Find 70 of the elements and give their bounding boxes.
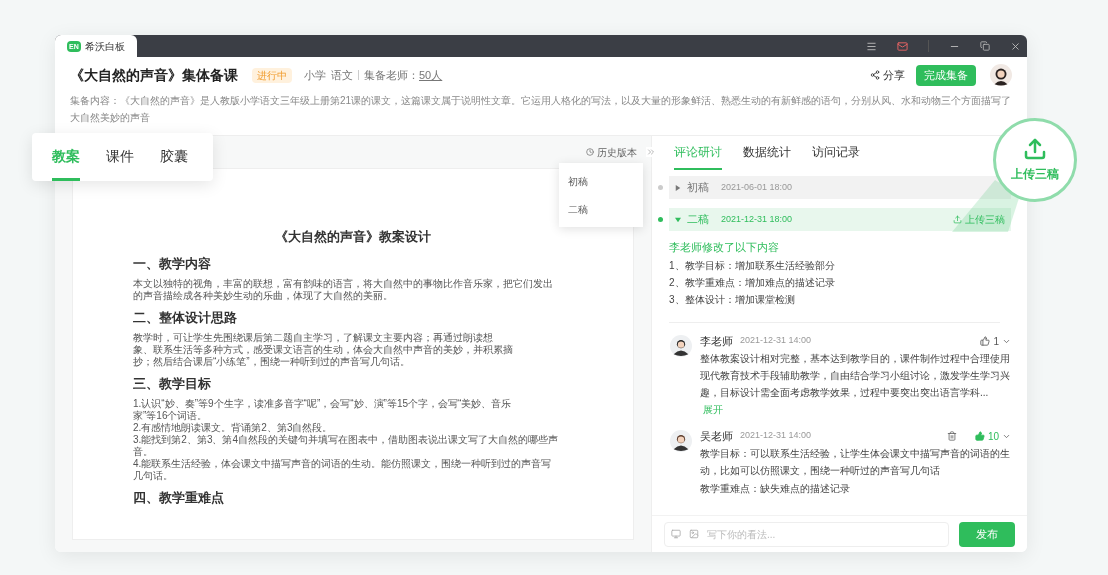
- document-text: 象、联系生活等多种方式，感受课文语言的生动，体会大自然中声音的美妙，并积累摘: [133, 343, 513, 356]
- thumbs-up-icon: [980, 336, 991, 346]
- document-text: 2.有感情地朗读课文。背诵第2、第3自然段。: [133, 421, 333, 434]
- like-button[interactable]: 1: [980, 333, 999, 349]
- document-text: 4.能联系生活经验，体会课文中描写声音的词语的生动。能仿照课文，围绕一种听到过的声音写: [133, 457, 552, 470]
- section-heading: 二、整体设计思路: [133, 308, 238, 327]
- upload-icon: [1023, 137, 1047, 161]
- avatar: [670, 335, 692, 357]
- document-text: 本文以独特的视角，丰富的联想，富有韵味的语言，将大自然中的事物比作音乐家，把它们发出: [133, 277, 553, 289]
- change-item: 1、教学目标：增加联系生活经验部分: [669, 259, 836, 273]
- version-row[interactable]: 初稿 2021-06-01 18:00: [669, 176, 1011, 199]
- version-time: 2021-06-01 18:00: [721, 180, 793, 194]
- thumbs-up-icon: [974, 431, 985, 441]
- version-time: 2021-12-31 18:00: [721, 212, 793, 226]
- menu-icon[interactable]: [866, 40, 877, 52]
- document-text: 3.能找到第2、第3、第4自然段的关键句并填写在图表中，借助图表说出课文写了大自然的哪些声: [133, 433, 559, 446]
- menu-item[interactable]: 二稿: [559, 195, 643, 223]
- section-heading: 三、教学目标: [133, 374, 212, 393]
- document-text: 抄；然后结合课后“小练笔”，围绕一种听到过的声音写几句话。: [133, 355, 410, 368]
- document-text: 1.认识“妙、奏”等9个生字，读准多音字“呢”，会写“妙、演”等15个字，会写“美妙、音乐: [133, 397, 512, 410]
- share-icon: [870, 70, 880, 80]
- document-title: 《大自然的声音》教案设计: [274, 228, 432, 246]
- change-author: 李老师修改了以下内容: [669, 240, 780, 255]
- document-tab[interactable]: 胶囊: [160, 133, 188, 181]
- upload-icon: [953, 215, 962, 224]
- history-button[interactable]: 历史版本: [586, 144, 637, 160]
- subject-tag: 小学: [304, 66, 326, 84]
- document-text: 教学时，可让学生先围绕课后第二题自主学习，了解课文主要内容；再通过朗读想: [133, 331, 493, 343]
- change-item: 2、教学重难点：增加难点的描述记录: [669, 276, 836, 290]
- change-item: 3、整体设计：增加课堂检测: [669, 293, 796, 307]
- comment-text: 教学目标：可以联系生活经验，让学生体会课文中描写声音的词语的生动，比如可以仿照课文，围绕一种听过的声音写几句话: [700, 447, 1011, 478]
- page-title: 《大自然的声音》集体备课: [70, 65, 238, 85]
- document-text: 几句话。: [133, 469, 173, 482]
- panel-tab[interactable]: 访问记录: [812, 143, 860, 170]
- panel-tab[interactable]: 数据统计: [743, 143, 791, 170]
- comment-time: 2021-12-31 14:00: [740, 334, 812, 348]
- comment-text: 教学重难点：缺失难点的描述记录: [700, 482, 851, 496]
- app-name: 希沃白板: [84, 39, 125, 54]
- menu-item[interactable]: 初稿: [559, 167, 643, 195]
- user-avatar[interactable]: [990, 64, 1012, 86]
- restore-icon[interactable]: [980, 41, 990, 51]
- subject-tag: 语文: [331, 66, 353, 84]
- comment-time: 2021-12-31 14:00: [740, 429, 812, 443]
- comment-author: 李老师: [700, 333, 733, 349]
- clock-icon: [586, 148, 594, 156]
- close-icon[interactable]: [1010, 40, 1021, 52]
- panel-tab[interactable]: 评论研讨: [674, 143, 722, 170]
- callout-label: 上传三稿: [1011, 166, 1059, 183]
- share-button[interactable]: 分享: [870, 66, 905, 84]
- document-text: 音。: [133, 445, 153, 458]
- document-tab[interactable]: 课件: [106, 133, 134, 181]
- version-label: 二稿: [687, 212, 709, 228]
- document-text: 家”等16个词语。: [133, 409, 208, 422]
- like-button[interactable]: 10: [974, 428, 999, 444]
- section-heading: 一、教学内容: [133, 254, 212, 273]
- description-text: 集备内容：《大自然的声音》是人教版小学语文三年级上册第21课的课文，这篇课文属于说明性文章。它运用人格化的写法，以及大量的形象鲜活、熟悉生动的有新鲜感的语句，分别从风、水和动物三个方面描写了大自然美妙的声音: [70, 94, 1012, 125]
- document-text: 的声音描绘成各种美妙生动的乐曲，体现了大自然的美丽。: [133, 289, 393, 302]
- caret-icon: [675, 216, 681, 223]
- status-badge: 进行中: [252, 67, 292, 83]
- mail-icon[interactable]: [897, 40, 908, 52]
- comment-author: 吴老师: [700, 428, 733, 444]
- expand-link[interactable]: 展开: [703, 404, 723, 415]
- version-label: 初稿: [687, 180, 709, 196]
- teacher-count-link[interactable]: 50人: [419, 66, 443, 84]
- teacher-label: 集备老师：: [364, 67, 419, 83]
- section-heading: 四、教学重难点: [133, 488, 225, 507]
- avatar: [670, 430, 692, 452]
- delete-icon[interactable]: [946, 431, 957, 441]
- caret-icon: [675, 184, 681, 191]
- comment-text: 整体教案设计相对完整，基本达到教学目的，课件制作过程中合理使用现代教育技术手段辅助教学，自由结合学习小组讨论，激发学生学习兴趣，目标设计需全面考虑教学效果，过程中要突出突出语言学科... 展开: [700, 352, 1011, 417]
